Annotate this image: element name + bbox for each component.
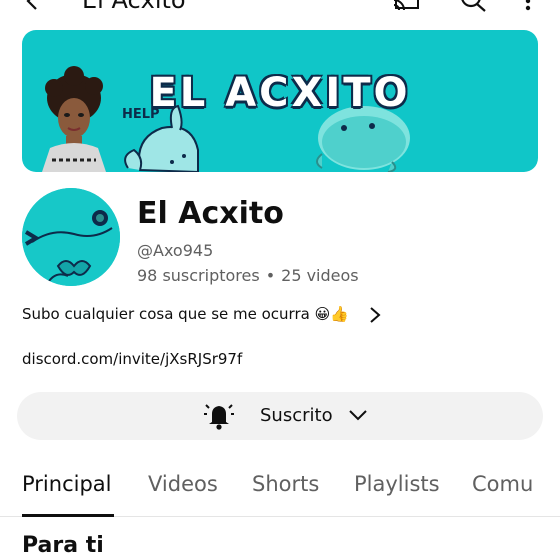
cast-icon[interactable]: [392, 0, 420, 16]
tab-principal[interactable]: Principal: [22, 472, 112, 496]
app-bar-title: El Acxito: [82, 0, 186, 14]
more-vert-icon[interactable]: [524, 0, 532, 16]
tab-playlists[interactable]: Playlists: [354, 472, 440, 496]
bell-icon: [204, 402, 234, 434]
tab-shorts[interactable]: Shorts: [252, 472, 319, 496]
chevron-down-icon: [348, 407, 368, 426]
back-arrow-icon[interactable]: [22, 0, 44, 16]
channel-tabs: Principal Videos Shorts Playlists Comu: [0, 466, 560, 517]
channel-description[interactable]: Subo cualquier cosa que se me ocurra 😀👍: [22, 305, 349, 323]
subscribed-button[interactable]: Suscrito: [17, 392, 543, 440]
channel-link[interactable]: discord.com/invite/jXsRJSr97f: [22, 350, 242, 368]
tab-comunidad[interactable]: Comu: [472, 472, 533, 496]
active-tab-indicator: [22, 514, 114, 517]
avatar[interactable]: [22, 188, 120, 286]
avatar-image: [22, 188, 120, 286]
stats-separator: •: [265, 266, 276, 285]
channel-banner: HELP EL ACXITO: [22, 30, 538, 172]
tab-videos[interactable]: Videos: [148, 472, 218, 496]
channel-name: El Acxito: [137, 196, 284, 231]
search-icon[interactable]: [460, 0, 488, 16]
channel-stats: 98 suscriptores • 25 videos: [137, 266, 359, 285]
section-title: Para ti: [22, 533, 104, 558]
video-count: 25 videos: [281, 266, 359, 285]
top-app-bar: El Acxito: [0, 0, 560, 16]
subscribed-label: Suscrito: [260, 405, 333, 426]
subscriber-count: 98 suscriptores: [137, 266, 260, 285]
channel-handle: @Axo945: [137, 241, 214, 260]
chevron-right-icon[interactable]: [368, 305, 382, 329]
banner-title-text: EL ACXITO: [149, 70, 411, 116]
